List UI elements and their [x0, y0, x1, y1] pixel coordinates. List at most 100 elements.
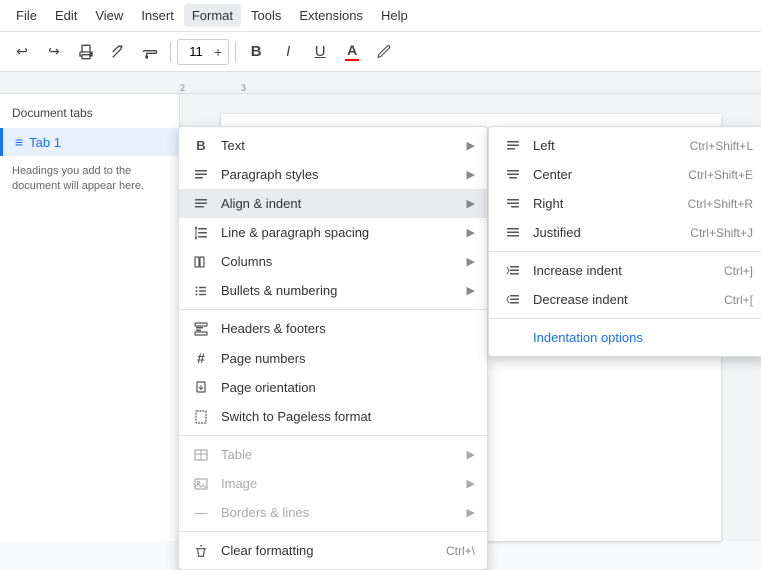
- menu-view[interactable]: View: [87, 4, 131, 27]
- format-image-item[interactable]: Image ▶: [179, 469, 487, 498]
- tab-icon: ≡: [15, 134, 23, 150]
- menu-format[interactable]: Format: [184, 4, 241, 27]
- align-center-shortcut: Ctrl+Shift+E: [688, 168, 753, 182]
- table-label: Table: [221, 447, 457, 462]
- format-headers-item[interactable]: Headers & footers: [179, 314, 487, 343]
- redo-button[interactable]: ↪: [40, 38, 68, 66]
- content-area: Document tabs ≡ Tab 1 Headings you add t…: [0, 94, 761, 541]
- paint-format-button[interactable]: [136, 38, 164, 66]
- line-spacing-icon: [191, 226, 211, 240]
- left-sidebar: Document tabs ≡ Tab 1 Headings you add t…: [0, 94, 180, 541]
- align-right-icon: [503, 197, 523, 211]
- format-dropdown: B Text ▶ Paragraph styles ▶: [178, 126, 488, 570]
- format-columns-item[interactable]: Columns ▶: [179, 247, 487, 276]
- bullets-label: Bullets & numbering: [221, 283, 457, 298]
- align-justified-icon: [503, 226, 523, 240]
- ruler-mark-2: 2: [180, 83, 185, 93]
- undo-button[interactable]: ↩: [8, 38, 36, 66]
- pageless-label: Switch to Pageless format: [221, 409, 475, 424]
- separator-2: [179, 435, 487, 436]
- page-numbers-label: Page numbers: [221, 351, 475, 366]
- decrease-indent-item[interactable]: Decrease indent Ctrl+[: [489, 285, 761, 314]
- bold-button[interactable]: B: [242, 38, 270, 66]
- clear-label: Clear formatting: [221, 543, 436, 558]
- menu-help[interactable]: Help: [373, 4, 416, 27]
- line-spacing-arrow: ▶: [467, 226, 475, 239]
- increase-indent-item[interactable]: Increase indent Ctrl+]: [489, 256, 761, 285]
- menu-edit[interactable]: Edit: [47, 4, 85, 27]
- indentation-options-item[interactable]: Indentation options: [489, 323, 761, 352]
- text-label: Text: [221, 138, 457, 153]
- line-spacing-label: Line & paragraph spacing: [221, 225, 457, 240]
- columns-label: Columns: [221, 254, 457, 269]
- format-bullets-item[interactable]: Bullets & numbering ▶: [179, 276, 487, 305]
- align-right-shortcut: Ctrl+Shift+R: [688, 197, 753, 211]
- columns-icon: [191, 255, 211, 269]
- align-justified-label: Justified: [533, 225, 680, 240]
- borders-arrow: ▶: [467, 506, 475, 519]
- sidebar-title: Document tabs: [0, 106, 179, 128]
- paragraph-icon: [191, 168, 211, 182]
- align-indent-label: Align & indent: [221, 196, 457, 211]
- format-text-item[interactable]: B Text ▶: [179, 131, 487, 160]
- headers-icon: [191, 322, 211, 336]
- bullets-icon: [191, 284, 211, 298]
- page-numbers-icon: #: [191, 350, 211, 366]
- align-center-icon: [503, 168, 523, 182]
- print-button[interactable]: [72, 38, 100, 66]
- format-borders-item[interactable]: — Borders & lines ▶: [179, 498, 487, 527]
- clear-shortcut: Ctrl+\: [446, 544, 475, 558]
- image-arrow: ▶: [467, 477, 475, 490]
- format-align-indent-item[interactable]: Align & indent ▶: [179, 189, 487, 218]
- align-icon: [191, 197, 211, 211]
- toolbar-divider-2: [235, 42, 236, 62]
- format-page-numbers-item[interactable]: # Page numbers: [179, 343, 487, 373]
- borders-icon: —: [191, 505, 211, 520]
- menu-insert[interactable]: Insert: [133, 4, 182, 27]
- toolbar: ↩ ↪ + B I U A: [0, 32, 761, 72]
- align-submenu: Left Ctrl+Shift+L Center Ctrl+Shift+E: [488, 126, 761, 357]
- columns-arrow: ▶: [467, 255, 475, 268]
- align-left-label: Left: [533, 138, 680, 153]
- menu-extensions[interactable]: Extensions: [291, 4, 371, 27]
- format-table-item[interactable]: Table ▶: [179, 440, 487, 469]
- spellcheck-button[interactable]: [104, 38, 132, 66]
- indentation-options-label: Indentation options: [533, 330, 753, 345]
- font-color-button[interactable]: A: [338, 38, 366, 66]
- decrease-indent-label: Decrease indent: [533, 292, 714, 307]
- align-right-item[interactable]: Right Ctrl+Shift+R: [489, 189, 761, 218]
- paragraph-styles-label: Paragraph styles: [221, 167, 457, 182]
- align-left-item[interactable]: Left Ctrl+Shift+L: [489, 131, 761, 160]
- highlight-button[interactable]: [370, 38, 398, 66]
- font-size-box[interactable]: +: [177, 39, 229, 65]
- bullets-arrow: ▶: [467, 284, 475, 297]
- text-icon: B: [191, 138, 211, 153]
- align-indent-arrow: ▶: [467, 197, 475, 210]
- separator-3: [179, 531, 487, 532]
- italic-button[interactable]: I: [274, 38, 302, 66]
- menu-tools[interactable]: Tools: [243, 4, 289, 27]
- format-pageless-item[interactable]: Switch to Pageless format: [179, 402, 487, 431]
- table-icon: [191, 448, 211, 462]
- ruler-mark-3: 3: [241, 83, 246, 93]
- format-clear-item[interactable]: Clear formatting Ctrl+\: [179, 536, 487, 565]
- font-size-input[interactable]: [182, 44, 210, 59]
- align-left-shortcut: Ctrl+Shift+L: [690, 139, 753, 153]
- align-justified-item[interactable]: Justified Ctrl+Shift+J: [489, 218, 761, 247]
- sidebar-tab-1[interactable]: ≡ Tab 1: [0, 128, 179, 156]
- decrease-indent-shortcut: Ctrl+[: [724, 293, 753, 307]
- format-page-orientation-item[interactable]: Page orientation: [179, 373, 487, 402]
- text-arrow: ▶: [467, 139, 475, 152]
- ruler: 2 3: [0, 72, 761, 94]
- format-line-spacing-item[interactable]: Line & paragraph spacing ▶: [179, 218, 487, 247]
- tab-label: Tab 1: [29, 135, 61, 150]
- format-paragraph-styles-item[interactable]: Paragraph styles ▶: [179, 160, 487, 189]
- submenu-sep-1: [489, 251, 761, 252]
- page-orientation-label: Page orientation: [221, 380, 475, 395]
- menu-file[interactable]: File: [8, 4, 45, 27]
- align-center-item[interactable]: Center Ctrl+Shift+E: [489, 160, 761, 189]
- font-size-plus[interactable]: +: [212, 44, 224, 60]
- align-right-label: Right: [533, 196, 678, 211]
- underline-button[interactable]: U: [306, 38, 334, 66]
- borders-label: Borders & lines: [221, 505, 457, 520]
